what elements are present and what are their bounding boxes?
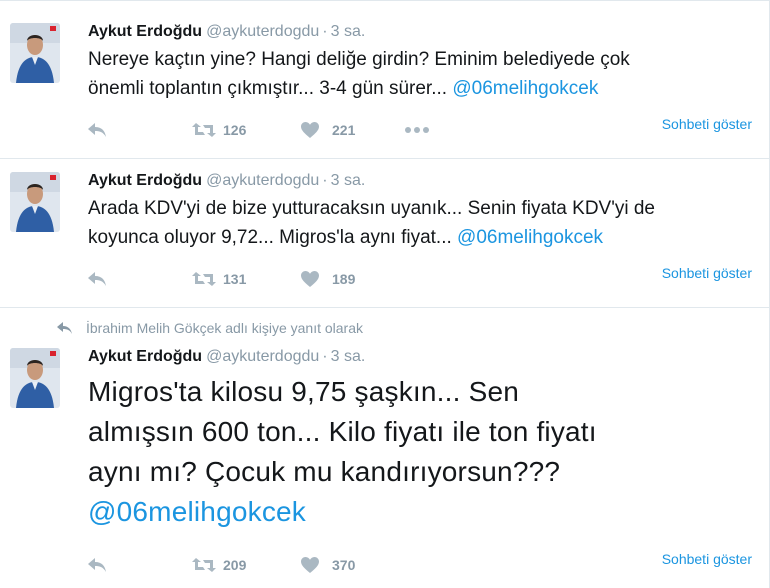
more-dots-icon: [405, 127, 429, 133]
reply-context: İbrahim Melih Gökçek adlı kişiye yanıt o…: [56, 320, 363, 336]
tweet[interactable]: İbrahim Melih Gökçek adlı kişiye yanıt o…: [0, 308, 770, 588]
tweet-text: Nereye kaçtın yine? Hangi deliğe girdin?…: [88, 45, 630, 103]
tweet-text-line: Arada KDV'yi de bize yutturacaksın uyanı…: [88, 198, 655, 219]
more-button[interactable]: [404, 119, 430, 141]
retweet-button[interactable]: 131: [191, 268, 246, 290]
tweet-header: Aykut Erdoğdu @aykuterdogdu · 3 sa.: [88, 172, 365, 190]
tweet[interactable]: Aykut Erdoğdu @aykuterdogdu · 3 sa. Nereye …: [0, 0, 770, 159]
reply-button[interactable]: [86, 268, 108, 290]
heart-icon: [301, 557, 319, 573]
tweet-text-line: almışsın 600 ton... Kilo fiyatı ile ton …: [88, 416, 597, 447]
retweet-icon: [192, 272, 216, 286]
retweet-button[interactable]: 209: [191, 554, 246, 576]
retweet-count: 126: [223, 122, 247, 138]
tweet-text-line: koyunca oluyor 9,72... Migros'la aynı fi…: [88, 227, 458, 248]
reply-icon: [88, 558, 106, 572]
tweet-text-line: Nereye kaçtın yine? Hangi deliğe girdin?…: [88, 49, 630, 70]
retweet-icon: [192, 123, 216, 137]
separator-dot: ·: [322, 348, 328, 365]
tweet[interactable]: Aykut Erdoğdu @aykuterdogdu · 3 sa. Arada K…: [0, 158, 770, 308]
reply-button[interactable]: [86, 554, 108, 576]
mention-link[interactable]: @06melihgokcek: [88, 496, 306, 527]
tweet-header: Aykut Erdoğdu @aykuterdogdu · 3 sa.: [88, 23, 365, 41]
reply-icon: [88, 272, 106, 286]
author-handle[interactable]: @aykuterdogdu: [206, 348, 319, 365]
author-name[interactable]: Aykut Erdoğdu: [88, 23, 202, 40]
tweet-text: Arada KDV'yi de bize yutturacaksın uyanı…: [88, 194, 655, 252]
author-handle[interactable]: @aykuterdogdu: [206, 23, 319, 40]
tweet-header: Aykut Erdoğdu @aykuterdogdu · 3 sa.: [88, 348, 365, 366]
reply-context-text[interactable]: İbrahim Melih Gökçek adlı kişiye yanıt o…: [86, 320, 363, 336]
tweet-text-line: aynı mı? Çocuk mu kandırıyorsun???: [88, 456, 561, 487]
timestamp[interactable]: 3 sa.: [331, 348, 366, 365]
avatar[interactable]: [10, 348, 60, 408]
timestamp[interactable]: 3 sa.: [331, 172, 366, 189]
like-count: 370: [332, 557, 356, 573]
timestamp[interactable]: 3 sa.: [331, 23, 366, 40]
show-conversation-link[interactable]: Sohbeti göster: [662, 265, 752, 281]
like-button[interactable]: 189: [300, 268, 355, 290]
heart-icon: [301, 122, 319, 138]
show-conversation-link[interactable]: Sohbeti göster: [662, 551, 752, 567]
retweet-button[interactable]: 126: [191, 119, 246, 141]
retweet-count: 209: [223, 557, 247, 573]
separator-dot: ·: [322, 172, 328, 189]
reply-button[interactable]: [86, 119, 108, 141]
reply-icon: [88, 123, 106, 137]
tweet-text-line: önemli toplantın çıkmıştır... 3-4 gün sü…: [88, 78, 453, 99]
mention-link[interactable]: @06melihgokcek: [452, 78, 598, 99]
like-count: 189: [332, 271, 356, 287]
author-name[interactable]: Aykut Erdoğdu: [88, 172, 202, 189]
avatar[interactable]: [10, 172, 60, 232]
retweet-icon: [192, 558, 216, 572]
reply-arrow-icon: [57, 322, 72, 334]
like-count: 221: [332, 122, 356, 138]
separator-dot: ·: [322, 23, 328, 40]
mention-link[interactable]: @06melihgokcek: [457, 227, 603, 248]
author-handle[interactable]: @aykuterdogdu: [206, 172, 319, 189]
avatar[interactable]: [10, 23, 60, 83]
tweet-text: Migros'ta kilosu 9,75 şaşkın... Sen almı…: [88, 372, 597, 532]
show-conversation-link[interactable]: Sohbeti göster: [662, 116, 752, 132]
author-name[interactable]: Aykut Erdoğdu: [88, 348, 202, 365]
like-button[interactable]: 370: [300, 554, 355, 576]
like-button[interactable]: 221: [300, 119, 355, 141]
heart-icon: [301, 271, 319, 287]
retweet-count: 131: [223, 271, 247, 287]
tweet-text-line: Migros'ta kilosu 9,75 şaşkın... Sen: [88, 376, 519, 407]
